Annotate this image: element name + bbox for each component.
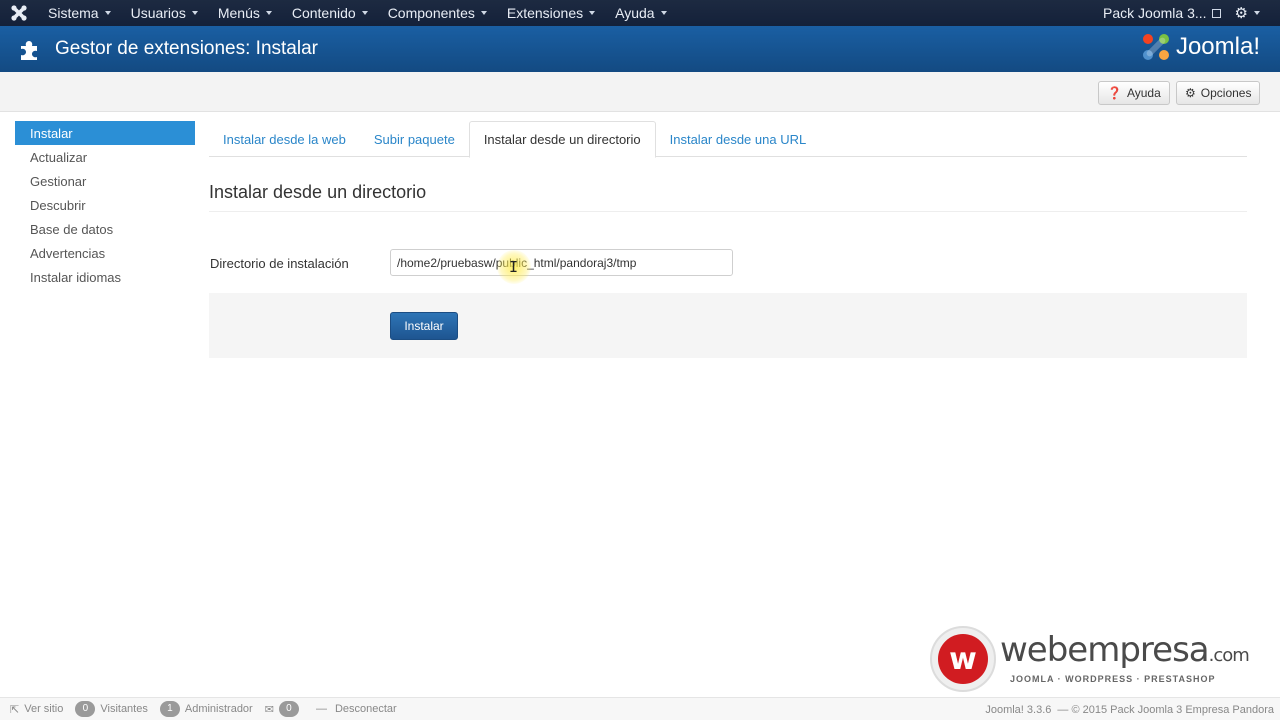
menu-componentes[interactable]: Componentes [378,0,497,26]
puzzle-icon [21,41,37,60]
menu-label: Contenido [291,5,356,21]
external-link-icon: ⇱ [10,703,20,716]
brand-name: webempresa [1000,630,1210,670]
site-link-label: Pack Joomla 3... [1103,5,1207,21]
version-label: Joomla! 3.3.6 [985,703,1052,716]
toolbar: ❓ Ayuda ⚙ Opciones [0,72,1280,112]
gear-icon: ⚙ [1185,86,1196,100]
menu-label: Sistema [48,5,99,21]
messages-badge: 0 [278,701,299,717]
navbar-right: Pack Joomla 3... ⚙ [1103,0,1280,26]
sidebar-item-base-de-datos[interactable]: Base de datos [15,217,195,241]
envelope-icon: ✉ [264,703,274,716]
joomla-logo-text: Joomla! [1175,33,1260,60]
tab-upload-package[interactable]: Subir paquete [360,121,469,157]
admins-badge: 1 [159,701,180,717]
visitors-label: Visitantes [100,703,148,715]
caret-down-icon [1254,11,1260,15]
install-button[interactable]: Instalar [390,312,458,340]
sidebar-item-gestionar[interactable]: Gestionar [15,169,195,193]
install-directory-label: Directorio de instalación [210,256,349,271]
logout-label: Desconectar [334,703,397,715]
tab-install-from-url[interactable]: Instalar desde una URL [656,121,821,157]
footer-copyright: Joomla! 3.3.6 — © 2015 Pack Joomla 3 Emp… [985,698,1274,720]
webempresa-brand: webempresa.com [1000,630,1250,670]
caret-down-icon [361,11,368,15]
help-button-label: Ayuda [1126,86,1161,100]
options-button-label: Opciones [1200,86,1252,100]
menu-usuarios[interactable]: Usuarios [121,0,208,26]
admins-indicator: 1 Administrador [159,701,253,717]
caret-down-icon [589,11,596,15]
caret-down-icon [191,11,198,15]
visitors-indicator: 0 Visitantes [75,701,148,717]
menu-extensiones[interactable]: Extensiones [497,0,605,26]
sidebar-item-descubrir[interactable]: Descubrir [15,193,195,217]
webempresa-watermark: w webempresa.com JOOMLA · WORDPRESS · PR… [930,626,1260,692]
brand-tld: .com [1208,645,1250,666]
admins-label: Administrador [184,703,253,715]
external-link-icon [1211,8,1221,18]
menu-label: Ayuda [615,5,655,21]
webempresa-logo-mark: w [938,634,988,684]
page-title: Gestor de extensiones: Instalar [55,38,318,59]
site-link[interactable]: Pack Joomla 3... [1103,5,1235,21]
sidebar-item-instalar-idiomas[interactable]: Instalar idiomas [15,265,195,289]
menu-label: Usuarios [130,5,186,21]
caret-down-icon [660,11,667,15]
question-circle-icon: ❓ [1107,86,1122,100]
menu-ayuda[interactable]: Ayuda [605,0,676,26]
visitors-badge: 0 [75,701,96,717]
form-actions [209,293,1247,358]
copyright-label: — © 2015 Pack Joomla 3 Empresa Pandora [1057,703,1274,716]
menu-label: Extensiones [506,5,584,21]
options-button[interactable]: ⚙ Opciones [1176,81,1261,105]
webempresa-logo-icon: w [930,626,996,692]
view-site-label: Ver sitio [24,703,64,715]
joomla-logo: Joomla! [1140,31,1260,63]
install-directory-input[interactable] [390,249,733,276]
sidebar-item-instalar[interactable]: Instalar [15,121,195,145]
menu-label: Menús [217,5,260,21]
caret-down-icon [265,11,272,15]
menu-menus[interactable]: Menús [208,0,282,26]
gear-icon: ⚙ [1234,5,1248,22]
messages-indicator[interactable]: ✉ 0 [265,701,304,717]
joomla-icon[interactable] [0,0,38,26]
text-cursor-icon: I [509,258,519,276]
caret-down-icon [480,11,487,15]
top-navbar: Sistema Usuarios Menús Contenido Compone… [0,0,1280,26]
joomla-logo-icon [1142,34,1169,60]
logout-link[interactable]: — Desconectar [316,703,397,715]
page-header: Gestor de extensiones: Instalar Joomla! [0,26,1280,72]
sidebar-item-actualizar[interactable]: Actualizar [15,145,195,169]
status-bar: ⇱ Ver sitio 0 Visitantes 1 Administrador… [0,697,1280,720]
menu-label: Componentes [387,5,475,21]
tab-install-from-web[interactable]: Instalar desde la web [209,121,360,157]
webempresa-tagline: JOOMLA · WORDPRESS · PRESTASHOP [1010,674,1216,684]
view-site-link[interactable]: ⇱ Ver sitio [10,703,63,716]
sidebar: Instalar Actualizar Gestionar Descubrir … [15,121,195,289]
user-menu[interactable]: ⚙ [1235,4,1280,22]
minus-icon: — [315,703,327,715]
caret-down-icon [104,11,111,15]
sidebar-item-advertencias[interactable]: Advertencias [15,241,195,265]
divider [209,211,1247,212]
help-button[interactable]: ❓ Ayuda [1098,81,1170,105]
section-title: Instalar desde un directorio [209,182,427,202]
tab-install-from-directory[interactable]: Instalar desde un directorio [468,121,656,158]
install-tabs: Instalar desde la web Subir paquete Inst… [209,121,1247,158]
menu-sistema[interactable]: Sistema [38,0,121,26]
menu-contenido[interactable]: Contenido [282,0,378,26]
